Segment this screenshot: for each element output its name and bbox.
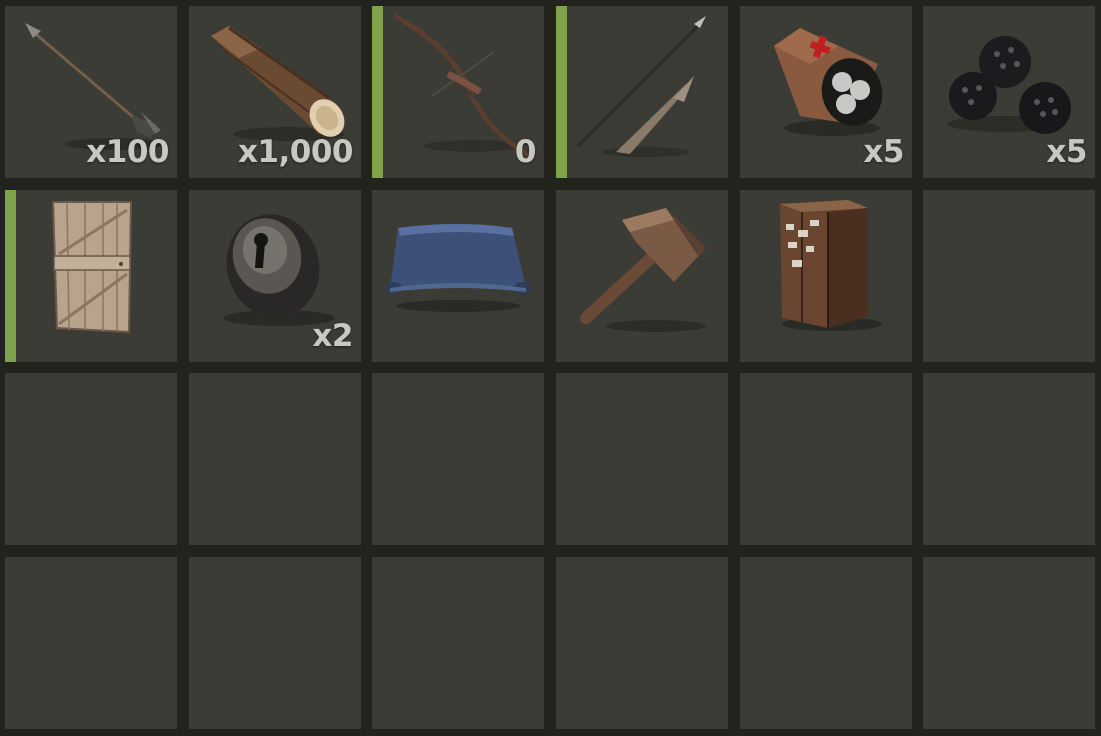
inventory-slot-22[interactable] bbox=[556, 557, 728, 729]
inventory-slot-19[interactable] bbox=[5, 557, 177, 729]
quantity-label: x5 bbox=[1046, 134, 1087, 170]
blueprint-icon bbox=[386, 224, 530, 312]
inventory-slot-15[interactable] bbox=[372, 373, 544, 545]
quantity-label: x100 bbox=[86, 134, 169, 170]
inventory-slot-10[interactable] bbox=[556, 190, 728, 362]
inventory-slot-20[interactable] bbox=[189, 557, 361, 729]
inventory-slot-24[interactable] bbox=[923, 557, 1095, 729]
inventory-slot-2[interactable]: x1,000 bbox=[189, 6, 361, 178]
inventory-slot-21[interactable] bbox=[372, 557, 544, 729]
inventory-grid: x100 x1,000 0 x5 x5 x2 bbox=[0, 0, 1101, 736]
inventory-slot-9[interactable] bbox=[372, 190, 544, 362]
inventory-slot-7[interactable] bbox=[5, 190, 177, 362]
inventory-slot-12[interactable] bbox=[923, 190, 1095, 362]
inventory-slot-17[interactable] bbox=[740, 373, 912, 545]
inventory-slot-11[interactable] bbox=[740, 190, 912, 362]
inventory-slot-16[interactable] bbox=[556, 373, 728, 545]
wooden-door-icon bbox=[51, 201, 133, 334]
inventory-slot-23[interactable] bbox=[740, 557, 912, 729]
inventory-slot-6[interactable]: x5 bbox=[923, 6, 1095, 178]
storage-box-icon bbox=[780, 200, 882, 331]
inventory-slot-18[interactable] bbox=[923, 373, 1095, 545]
inventory-slot-5[interactable]: x5 bbox=[740, 6, 912, 178]
inventory-slot-4[interactable] bbox=[556, 6, 728, 178]
inventory-slot-13[interactable] bbox=[5, 373, 177, 545]
quantity-label: x1,000 bbox=[237, 134, 354, 170]
spear-icon bbox=[576, 16, 706, 157]
inventory-slot-3[interactable]: 0 bbox=[372, 6, 544, 178]
quantity-label: x5 bbox=[863, 134, 904, 170]
inventory-slot-1[interactable]: x100 bbox=[5, 6, 177, 178]
hammer-icon bbox=[580, 208, 706, 332]
inventory-slot-8[interactable]: x2 bbox=[189, 190, 361, 362]
quantity-label: x2 bbox=[312, 318, 353, 354]
quantity-label: 0 bbox=[514, 134, 537, 170]
inventory-slot-14[interactable] bbox=[189, 373, 361, 545]
